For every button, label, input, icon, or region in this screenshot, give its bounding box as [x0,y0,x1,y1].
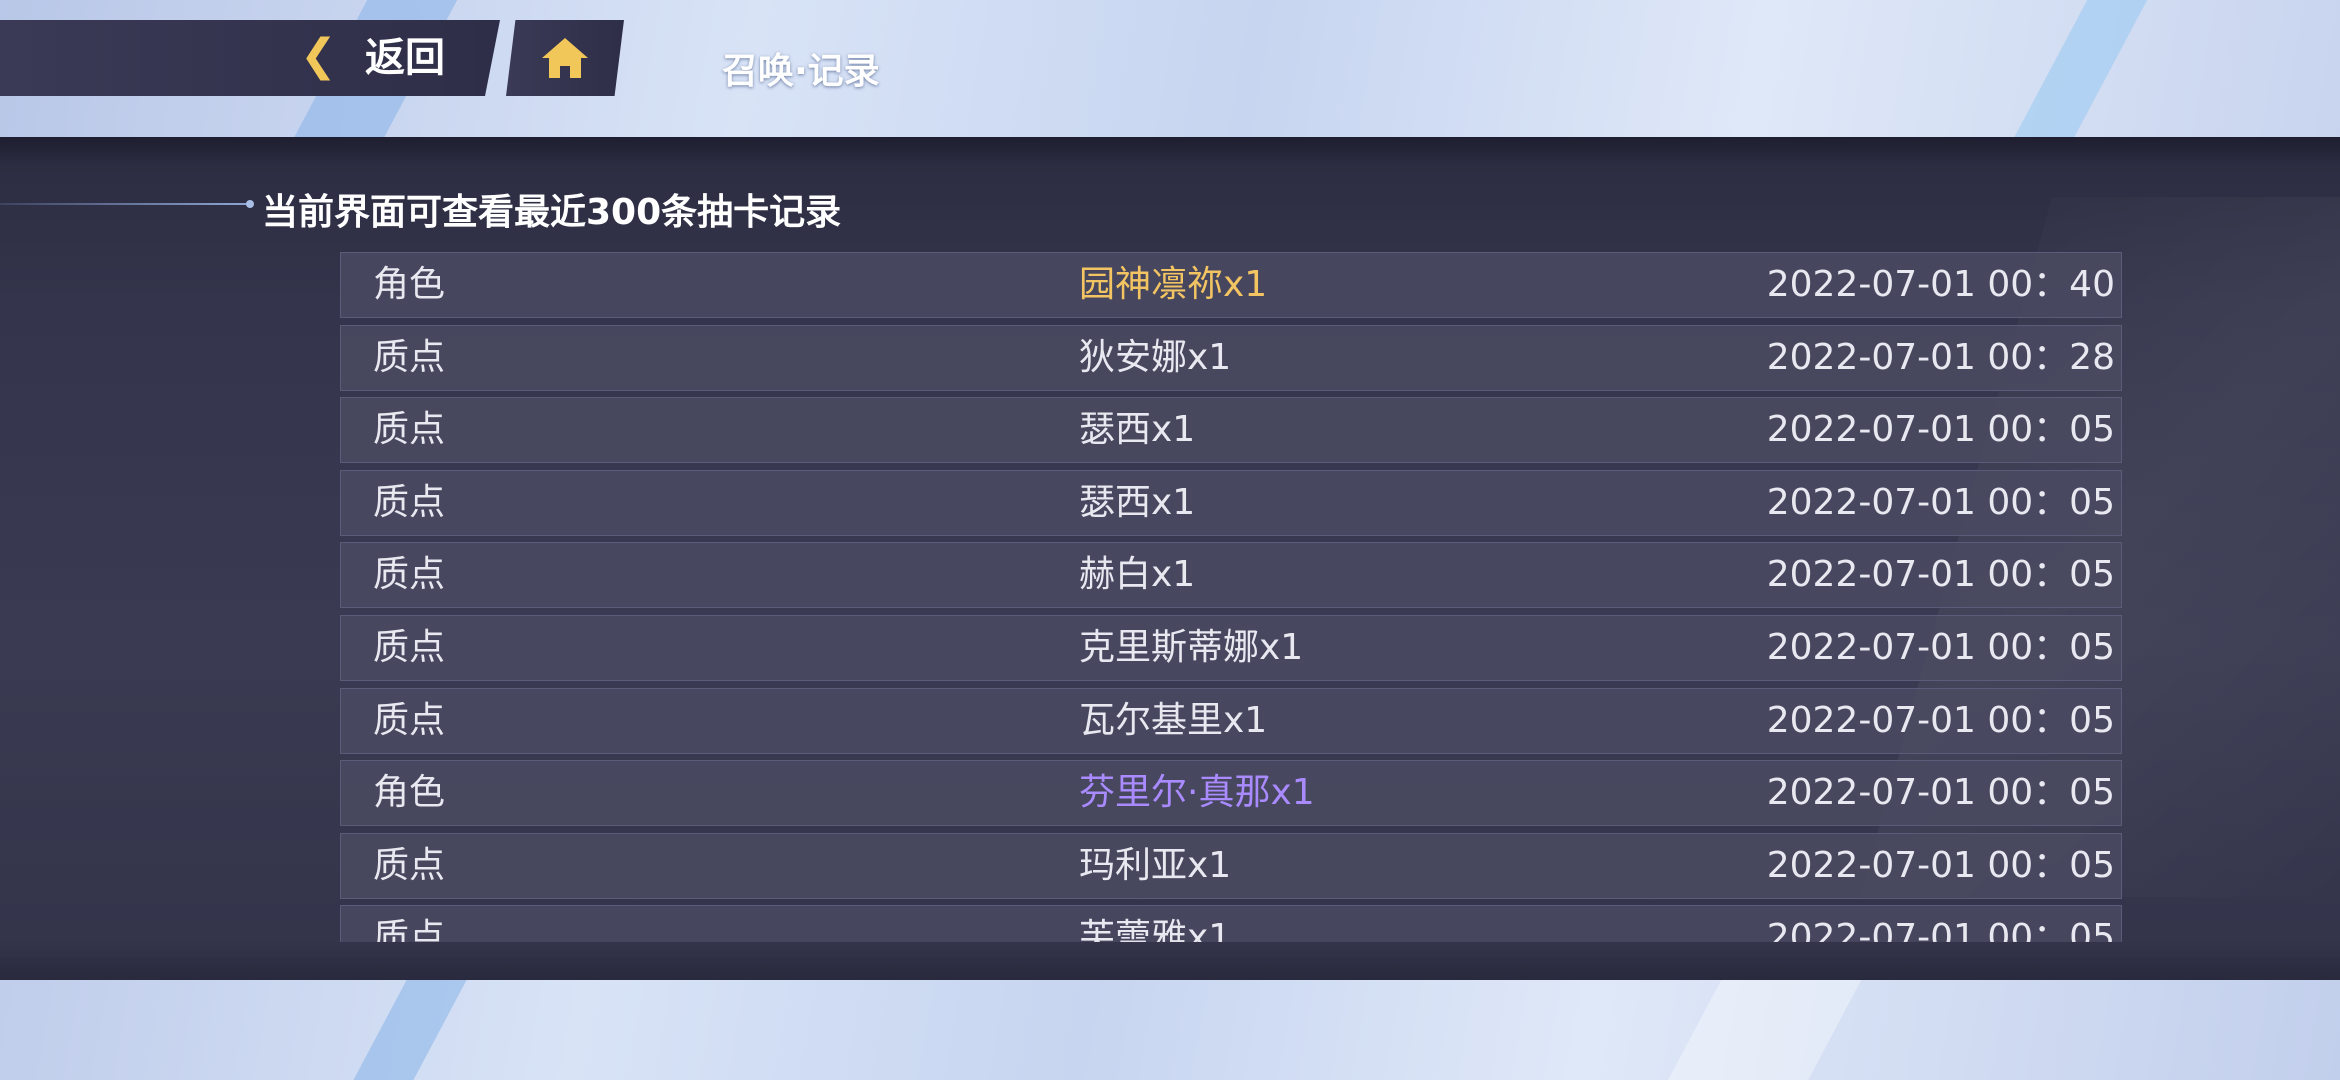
record-type: 质点 [373,409,446,451]
record-time: 2022-07-01 00：05 [1766,699,2115,741]
record-time: 2022-07-01 00：05 [1766,844,2115,886]
record-item: 瑟西x1 [1079,409,1196,451]
record-item: 芙蕾雅x1 [1079,917,1232,942]
notice-dot [246,200,254,208]
record-row: 质点 克里斯蒂娜x1 2022-07-01 00：05 [340,614,2122,681]
records-notice: 当前界面可查看最近300条抽卡记录 [262,192,842,233]
record-type: 质点 [373,481,446,523]
record-row: 质点 瓦尔基里x1 2022-07-01 00：05 [340,687,2122,754]
record-type: 质点 [373,336,446,378]
record-row: 质点 瑟西x1 2022-07-01 00：05 [340,469,2122,536]
record-time: 2022-07-01 00：05 [1766,772,2115,814]
record-row: 角色 园神凛祢x1 2022-07-01 00：40 [340,252,2122,318]
record-time: 2022-07-01 00：05 [1766,626,2115,668]
record-item: 赫白x1 [1079,554,1196,596]
record-row: 质点 赫白x1 2022-07-01 00：05 [340,542,2122,609]
record-time: 2022-07-01 00：40 [1766,264,2115,305]
record-time: 2022-07-01 00：05 [1766,554,2115,596]
panel-bottom-fade [0,940,2340,980]
notice-divider [0,203,250,205]
record-type: 质点 [373,844,446,886]
record-item: 园神凛祢x1 [1079,264,1268,305]
record-type: 质点 [373,917,446,942]
background-streak [2012,0,2148,140]
page-title: 召唤·记录 [722,51,880,92]
record-type: 角色 [373,772,446,814]
record-row: 角色 芬里尔·真那x1 2022-07-01 00：05 [340,760,2122,827]
record-item: 克里斯蒂娜x1 [1079,626,1304,668]
record-time: 2022-07-01 00：05 [1766,481,2115,523]
record-row: 质点 瑟西x1 2022-07-01 00：05 [340,397,2122,464]
record-row: 质点 狄安娜x1 2022-07-01 00：28 [340,324,2122,391]
record-row: 质点 芙蕾雅x1 2022-07-01 00：05 [340,905,2122,942]
record-item: 玛利亚x1 [1079,844,1232,886]
back-label: 返回 [365,35,445,81]
record-item: 瓦尔基里x1 [1079,699,1268,741]
records-list[interactable]: 角色 园神凛祢x1 2022-07-01 00：40 质点 狄安娜x1 2022-07-0… [340,252,2122,942]
background-streak [353,980,467,1080]
home-icon [542,38,588,78]
records-panel: 当前界面可查看最近300条抽卡记录 角色 园神凛祢x1 2022-07-01 00：… [0,137,2340,980]
record-time: 2022-07-01 00：05 [1766,409,2115,451]
home-button[interactable] [506,20,624,96]
chevron-left-icon: ❮ [300,30,337,81]
record-item: 瑟西x1 [1079,481,1196,523]
record-type: 质点 [373,626,446,668]
record-item: 芬里尔·真那x1 [1079,772,1315,814]
record-type: 质点 [373,554,446,596]
record-type: 质点 [373,699,446,741]
record-time: 2022-07-01 00：05 [1766,917,2115,942]
record-time: 2022-07-01 00：28 [1766,336,2115,378]
back-button[interactable]: ❮ 返回 [0,20,500,96]
record-item: 狄安娜x1 [1079,336,1232,378]
record-type: 角色 [373,264,446,305]
record-row: 质点 玛利亚x1 2022-07-01 00：05 [340,832,2122,899]
